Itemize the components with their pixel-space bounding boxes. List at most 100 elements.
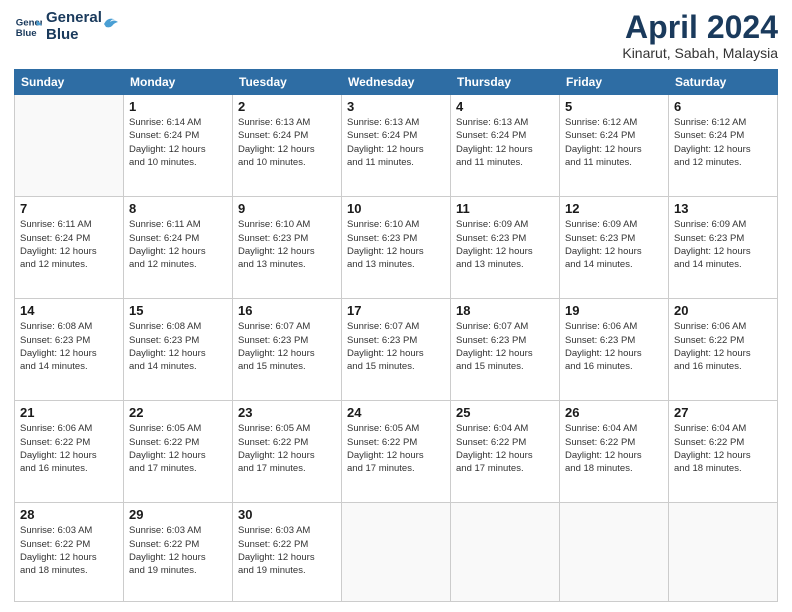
day-info: Sunrise: 6:05 AM Sunset: 6:22 PM Dayligh… <box>238 422 336 475</box>
day-number: 8 <box>129 201 227 216</box>
page: General Blue General Blue April 2024 Kin… <box>0 0 792 612</box>
day-number: 29 <box>129 507 227 522</box>
day-info: Sunrise: 6:11 AM Sunset: 6:24 PM Dayligh… <box>20 218 118 271</box>
calendar-cell: 4 Sunrise: 6:13 AM Sunset: 6:24 PM Daylig… <box>451 95 560 197</box>
day-info: Sunrise: 6:13 AM Sunset: 6:24 PM Dayligh… <box>238 116 336 169</box>
day-info: Sunrise: 6:03 AM Sunset: 6:22 PM Dayligh… <box>129 524 227 577</box>
day-number: 14 <box>20 303 118 318</box>
day-number: 20 <box>674 303 772 318</box>
day-number: 7 <box>20 201 118 216</box>
day-info: Sunrise: 6:12 AM Sunset: 6:24 PM Dayligh… <box>674 116 772 169</box>
day-number: 22 <box>129 405 227 420</box>
calendar-cell: 24 Sunrise: 6:05 AM Sunset: 6:22 PM Dayli… <box>342 401 451 503</box>
day-number: 18 <box>456 303 554 318</box>
day-number: 17 <box>347 303 445 318</box>
col-saturday: Saturday <box>669 70 778 95</box>
calendar-table: Sunday Monday Tuesday Wednesday Thursday… <box>14 69 778 602</box>
calendar-cell: 18 Sunrise: 6:07 AM Sunset: 6:23 PM Dayli… <box>451 299 560 401</box>
header: General Blue General Blue April 2024 Kin… <box>14 10 778 61</box>
day-number: 12 <box>565 201 663 216</box>
day-number: 9 <box>238 201 336 216</box>
calendar-cell: 19 Sunrise: 6:06 AM Sunset: 6:23 PM Dayli… <box>560 299 669 401</box>
calendar-cell: 3Sunrise: 6:13 AM Sunset: 6:24 PM Daylig… <box>342 95 451 197</box>
col-sunday: Sunday <box>15 70 124 95</box>
calendar-cell: 10 Sunrise: 6:10 AM Sunset: 6:23 PM Dayli… <box>342 197 451 299</box>
day-info: Sunrise: 6:09 AM Sunset: 6:23 PM Dayligh… <box>565 218 663 271</box>
day-info: Sunrise: 6:07 AM Sunset: 6:23 PM Dayligh… <box>456 320 554 373</box>
day-info: Sunrise: 6:03 AM Sunset: 6:22 PM Dayligh… <box>20 524 118 577</box>
calendar-cell: 2 Sunrise: 6:13 AM Sunset: 6:24 PM Daylig… <box>233 95 342 197</box>
calendar-cell: 12 Sunrise: 6:09 AM Sunset: 6:23 PM Dayli… <box>560 197 669 299</box>
day-info: Sunrise: 6:06 AM Sunset: 6:23 PM Dayligh… <box>565 320 663 373</box>
day-number: 25 <box>456 405 554 420</box>
calendar-cell: 14 Sunrise: 6:08 AM Sunset: 6:23 PM Dayli… <box>15 299 124 401</box>
logo-icon: General Blue <box>14 13 42 41</box>
day-info: Sunrise: 6:06 AM Sunset: 6:22 PM Dayligh… <box>674 320 772 373</box>
day-number: 19 <box>565 303 663 318</box>
calendar-cell: 15 Sunrise: 6:08 AM Sunset: 6:23 PM Dayli… <box>124 299 233 401</box>
day-number: 23 <box>238 405 336 420</box>
day-info: Sunrise: 6:05 AM Sunset: 6:22 PM Dayligh… <box>129 422 227 475</box>
calendar-cell: 23 Sunrise: 6:05 AM Sunset: 6:22 PM Dayli… <box>233 401 342 503</box>
day-info: Sunrise: 6:04 AM Sunset: 6:22 PM Dayligh… <box>674 422 772 475</box>
calendar-cell <box>342 503 451 602</box>
day-info: Sunrise: 6:08 AM Sunset: 6:23 PM Dayligh… <box>20 320 118 373</box>
calendar-cell: 25 Sunrise: 6:04 AM Sunset: 6:22 PM Dayli… <box>451 401 560 503</box>
calendar-cell: 7 Sunrise: 6:11 AM Sunset: 6:24 PM Daylig… <box>15 197 124 299</box>
day-info: Sunrise: 6:06 AM Sunset: 6:22 PM Dayligh… <box>20 422 118 475</box>
calendar-cell <box>15 95 124 197</box>
col-wednesday: Wednesday <box>342 70 451 95</box>
calendar-cell <box>560 503 669 602</box>
day-info: Sunrise: 6:04 AM Sunset: 6:22 PM Dayligh… <box>565 422 663 475</box>
calendar-cell: 11Sunrise: 6:09 AM Sunset: 6:23 PM Dayli… <box>451 197 560 299</box>
logo: General Blue General Blue <box>14 10 120 43</box>
calendar-cell: 30Sunrise: 6:03 AM Sunset: 6:22 PM Dayli… <box>233 503 342 602</box>
day-info: Sunrise: 6:07 AM Sunset: 6:23 PM Dayligh… <box>347 320 445 373</box>
calendar-cell: 16 Sunrise: 6:07 AM Sunset: 6:23 PM Dayli… <box>233 299 342 401</box>
calendar-cell: 5Sunrise: 6:12 AM Sunset: 6:24 PM Daylig… <box>560 95 669 197</box>
calendar-cell: 22 Sunrise: 6:05 AM Sunset: 6:22 PM Dayli… <box>124 401 233 503</box>
calendar-cell: 6Sunrise: 6:12 AM Sunset: 6:24 PM Daylig… <box>669 95 778 197</box>
calendar-cell: 8 Sunrise: 6:11 AM Sunset: 6:24 PM Daylig… <box>124 197 233 299</box>
logo-general: General <box>46 10 102 27</box>
calendar-cell: 29 Sunrise: 6:03 AM Sunset: 6:22 PM Dayli… <box>124 503 233 602</box>
day-info: Sunrise: 6:14 AM Sunset: 6:24 PM Dayligh… <box>129 116 227 169</box>
day-info: Sunrise: 6:07 AM Sunset: 6:23 PM Dayligh… <box>238 320 336 373</box>
day-number: 13 <box>674 201 772 216</box>
calendar-cell: 28Sunrise: 6:03 AM Sunset: 6:22 PM Dayli… <box>15 503 124 602</box>
day-info: Sunrise: 6:04 AM Sunset: 6:22 PM Dayligh… <box>456 422 554 475</box>
day-number: 24 <box>347 405 445 420</box>
day-number: 26 <box>565 405 663 420</box>
title-block: April 2024 Kinarut, Sabah, Malaysia <box>622 10 778 61</box>
day-number: 16 <box>238 303 336 318</box>
day-info: Sunrise: 6:05 AM Sunset: 6:22 PM Dayligh… <box>347 422 445 475</box>
svg-text:Blue: Blue <box>16 27 37 38</box>
calendar-cell <box>669 503 778 602</box>
calendar-cell: 21Sunrise: 6:06 AM Sunset: 6:22 PM Dayli… <box>15 401 124 503</box>
day-number: 3 <box>347 99 445 114</box>
day-number: 27 <box>674 405 772 420</box>
calendar-cell: 27 Sunrise: 6:04 AM Sunset: 6:22 PM Dayli… <box>669 401 778 503</box>
calendar-cell: 1 Sunrise: 6:14 AM Sunset: 6:24 PM Daylig… <box>124 95 233 197</box>
day-info: Sunrise: 6:13 AM Sunset: 6:24 PM Dayligh… <box>456 116 554 169</box>
calendar-cell: 9 Sunrise: 6:10 AM Sunset: 6:23 PM Daylig… <box>233 197 342 299</box>
logo-bird-icon <box>102 14 120 32</box>
day-info: Sunrise: 6:12 AM Sunset: 6:24 PM Dayligh… <box>565 116 663 169</box>
day-number: 15 <box>129 303 227 318</box>
day-info: Sunrise: 6:08 AM Sunset: 6:23 PM Dayligh… <box>129 320 227 373</box>
day-number: 2 <box>238 99 336 114</box>
main-title: April 2024 <box>622 10 778 45</box>
col-friday: Friday <box>560 70 669 95</box>
day-info: Sunrise: 6:11 AM Sunset: 6:24 PM Dayligh… <box>129 218 227 271</box>
day-number: 1 <box>129 99 227 114</box>
calendar-cell <box>451 503 560 602</box>
subtitle: Kinarut, Sabah, Malaysia <box>622 45 778 61</box>
day-number: 10 <box>347 201 445 216</box>
day-info: Sunrise: 6:09 AM Sunset: 6:23 PM Dayligh… <box>674 218 772 271</box>
day-info: Sunrise: 6:10 AM Sunset: 6:23 PM Dayligh… <box>238 218 336 271</box>
calendar-header-row: Sunday Monday Tuesday Wednesday Thursday… <box>15 70 778 95</box>
day-number: 4 <box>456 99 554 114</box>
calendar-cell: 13 Sunrise: 6:09 AM Sunset: 6:23 PM Dayli… <box>669 197 778 299</box>
day-info: Sunrise: 6:10 AM Sunset: 6:23 PM Dayligh… <box>347 218 445 271</box>
calendar-cell: 20 Sunrise: 6:06 AM Sunset: 6:22 PM Dayli… <box>669 299 778 401</box>
